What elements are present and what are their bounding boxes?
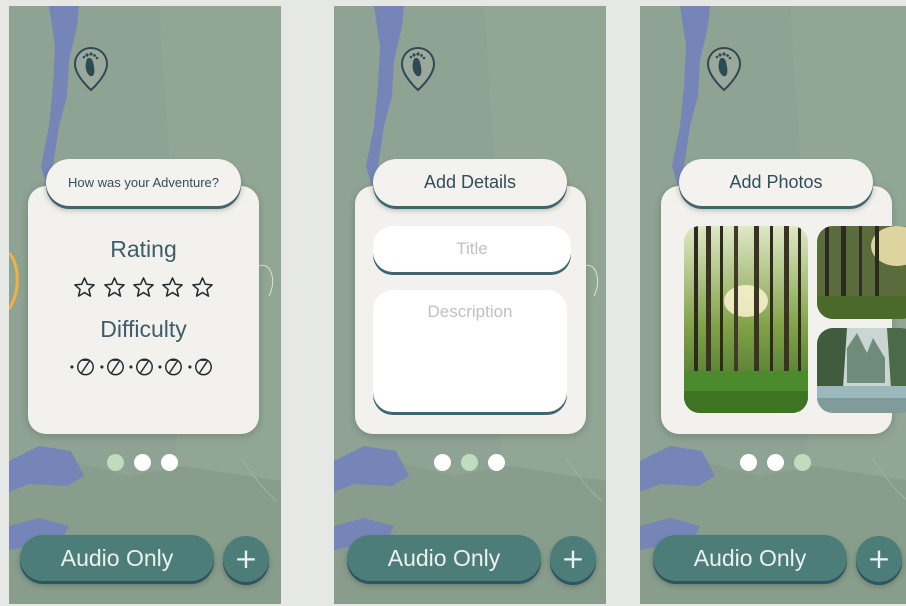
details-header: Add Details (373, 159, 567, 206)
add-button[interactable]: + (223, 536, 269, 582)
page-dot-active[interactable] (107, 454, 124, 471)
difficulty-label: Difficulty (100, 316, 187, 342)
page-indicator (434, 454, 505, 471)
page-indicator (107, 454, 178, 471)
star-icon[interactable] (132, 276, 155, 299)
page-dot[interactable] (161, 454, 178, 471)
description-input[interactable] (373, 290, 567, 412)
page-dot[interactable] (434, 454, 451, 471)
stopwatch-icon[interactable] (158, 354, 187, 378)
page-dot[interactable] (740, 454, 757, 471)
forest-sunlight-photo-image (817, 226, 906, 319)
forest-photo[interactable] (684, 226, 808, 413)
forest-photo-image (684, 226, 808, 413)
stopwatch-icon[interactable] (188, 354, 217, 378)
details-screen: Add Details Audio Only + (334, 6, 606, 604)
difficulty-rating[interactable] (28, 354, 259, 383)
rating-card: Rating Difficulty (28, 186, 259, 434)
page-indicator (740, 454, 811, 471)
rating-label: Rating (110, 236, 177, 262)
rating-screen: How was your Adventure? Rating Difficult… (9, 6, 281, 604)
star-icon[interactable] (103, 276, 126, 299)
orange-arc-decoration (9, 251, 19, 310)
photos-screen: Add Photos Audio Only + (640, 6, 906, 604)
page-dot-active[interactable] (794, 454, 811, 471)
footprint-pin-icon[interactable] (73, 46, 109, 92)
title-input[interactable] (373, 226, 571, 272)
forest-river-photo[interactable] (817, 328, 906, 413)
page-dot-active[interactable] (461, 454, 478, 471)
rating-stars[interactable] (28, 276, 259, 304)
star-icon[interactable] (161, 276, 184, 299)
audio-only-button[interactable]: Audio Only (653, 535, 847, 581)
footprint-pin-icon[interactable] (706, 46, 742, 92)
footprint-pin-icon[interactable] (400, 46, 436, 92)
star-icon[interactable] (73, 276, 96, 299)
star-icon[interactable] (191, 276, 214, 299)
forest-sunlight-photo[interactable] (817, 226, 906, 319)
add-button[interactable]: + (856, 536, 902, 582)
stopwatch-icon[interactable] (129, 354, 158, 378)
page-dot[interactable] (767, 454, 784, 471)
forest-river-photo-image (817, 328, 906, 413)
audio-only-button[interactable]: Audio Only (347, 535, 541, 581)
page-dot[interactable] (488, 454, 505, 471)
stopwatch-icon[interactable] (70, 354, 99, 378)
page-dot[interactable] (134, 454, 151, 471)
adventure-header: How was your Adventure? (46, 159, 241, 206)
details-card (355, 186, 586, 434)
stopwatch-icon[interactable] (100, 354, 129, 378)
photos-header: Add Photos (679, 159, 873, 206)
audio-only-button[interactable]: Audio Only (20, 535, 214, 581)
add-button[interactable]: + (550, 536, 596, 582)
